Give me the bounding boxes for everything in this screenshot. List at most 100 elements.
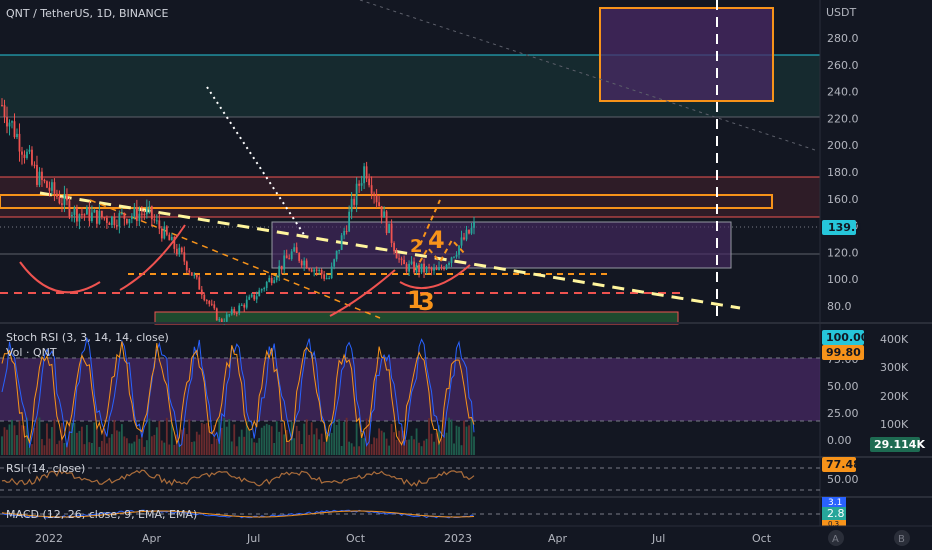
- volume-bar: [233, 424, 236, 455]
- volume-bar: [190, 441, 193, 455]
- last-price-badge: 139.1: [828, 221, 863, 234]
- volume-bar: [210, 444, 213, 455]
- volume-bar: [8, 424, 11, 455]
- volume-bar: [273, 442, 276, 455]
- candle-body: [120, 213, 123, 215]
- time-label-4: 2023: [444, 532, 472, 545]
- candle-body: [275, 276, 278, 281]
- candle-body: [110, 216, 113, 225]
- volume-bar: [375, 438, 378, 455]
- stoch-d-badge: 99.80: [826, 346, 861, 359]
- candle-body: [103, 217, 106, 219]
- volume-bar: [463, 420, 465, 455]
- volume-bar: [18, 420, 21, 455]
- candle-body: [210, 303, 213, 305]
- volume-bar: [230, 441, 233, 455]
- candle-body: [263, 287, 266, 290]
- candle-body: [155, 220, 158, 222]
- candle-body: [248, 296, 251, 300]
- symbol-title[interactable]: QNT / TetherUS, 1D, BINANCE: [6, 7, 168, 20]
- volume-bar: [53, 419, 56, 455]
- volume-bar: [408, 439, 410, 455]
- macd-label[interactable]: MACD (12, 26, close, 9, EMA, EMA): [6, 508, 197, 521]
- candle-body: [228, 314, 231, 316]
- volume-bar: [258, 438, 261, 455]
- time-label-0: 2022: [35, 532, 63, 545]
- stoch-axis-ticks: 75.0050.0025.000.00: [827, 353, 859, 447]
- volume-bar: [163, 442, 166, 455]
- volume-bar: [128, 443, 131, 455]
- volume-bar: [313, 434, 316, 455]
- candle-body: [355, 183, 358, 205]
- candle-body: [138, 213, 141, 221]
- volume-bar: [363, 438, 366, 455]
- volume-bar: [260, 427, 263, 455]
- volume-bar: [185, 434, 188, 455]
- candle-body: [158, 220, 161, 229]
- volume-bar: [420, 446, 423, 455]
- price-axis-unit: USDT: [826, 6, 857, 19]
- candle-body: [348, 211, 351, 232]
- candle-body: [310, 269, 313, 272]
- candle-body: [423, 263, 425, 273]
- volume-bar: [318, 439, 321, 455]
- volume-bar: [228, 419, 231, 455]
- candle-body: [215, 308, 218, 321]
- chart-canvas: 4 2 1 3 280.0260.0240.0220.0200.0180.016…: [0, 0, 932, 550]
- volume-bar: [450, 419, 453, 455]
- volume-bar: [265, 423, 268, 455]
- volume-bar: [278, 431, 281, 455]
- price-tick-6: 160.0: [827, 193, 859, 206]
- stoch-tick-3: 0.00: [827, 434, 852, 447]
- candle-body: [333, 259, 336, 267]
- volume-bar: [323, 441, 326, 455]
- volume-bar: [405, 439, 408, 455]
- candle-body: [460, 237, 463, 246]
- candle-body: [81, 214, 83, 216]
- candle-body: [113, 216, 116, 226]
- volume-bar: [215, 438, 218, 455]
- price-tick-1: 260.0: [827, 59, 859, 72]
- candle-body: [193, 274, 196, 276]
- candle-body: [56, 193, 58, 197]
- red-zone: [0, 177, 820, 217]
- stoch-rsi-label[interactable]: Stoch RSI (3, 3, 14, 14, close): [6, 331, 169, 344]
- candle-body: [128, 218, 131, 224]
- candle-body: [21, 151, 23, 155]
- candle-body: [91, 212, 93, 222]
- candle-body: [413, 261, 415, 273]
- volume-tick-3: 100K: [880, 418, 909, 431]
- candle-body: [205, 300, 208, 302]
- volume-tick-0: 400K: [880, 333, 909, 346]
- rsi-label[interactable]: RSI (14, close): [6, 462, 85, 475]
- volume-bar: [445, 432, 448, 455]
- candle-body: [33, 164, 36, 166]
- candle-body: [403, 259, 405, 265]
- candle-body: [448, 262, 450, 265]
- candle-body: [390, 223, 393, 243]
- candle-body: [465, 229, 468, 240]
- volume-bar: [365, 418, 368, 455]
- candle-body: [360, 183, 363, 186]
- volume-bar: [448, 417, 450, 455]
- candle-body: [415, 264, 418, 273]
- candle-body: [375, 195, 378, 203]
- volume-bar: [158, 420, 161, 455]
- candle-body: [11, 121, 13, 123]
- candle-body: [458, 245, 460, 255]
- candle-body: [345, 231, 348, 233]
- candle-body: [298, 252, 301, 261]
- volume-bar: [393, 432, 395, 455]
- volume-bar: [385, 438, 388, 455]
- candle-body: [425, 267, 428, 273]
- candle-body: [115, 225, 118, 227]
- volume-bar: [310, 422, 313, 455]
- candle-body: [238, 305, 241, 314]
- volume-bar: [358, 446, 361, 455]
- price-tick-10: 80.0: [827, 300, 852, 313]
- candle-body: [340, 235, 343, 250]
- candle-body: [430, 268, 433, 271]
- candle-body: [278, 265, 281, 277]
- volume-label[interactable]: Vol · QNT: [6, 346, 57, 359]
- volume-bar: [253, 442, 256, 455]
